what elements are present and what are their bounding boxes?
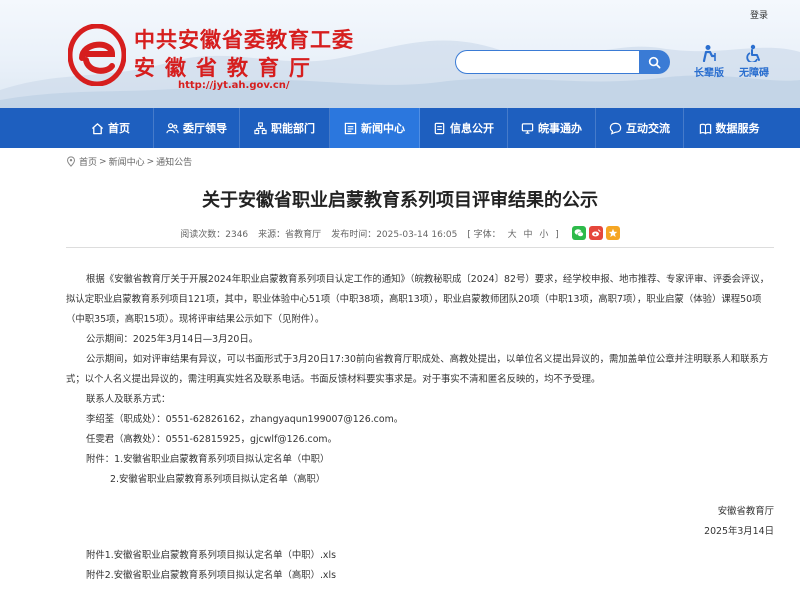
paragraph: 附件：1.安徽省职业启蒙教育系列项目拟认定名单（中职） [86, 454, 330, 465]
paragraph: 公示期间：2025年3月14日—3月20日。 [86, 334, 259, 345]
article-body: 根据《安徽省教育厅关于开展2024年职业启蒙教育系列项目认定工作的通知》（皖教秘… [66, 270, 774, 586]
home-icon [91, 122, 104, 134]
accessibility-button[interactable]: 无障碍 [732, 44, 776, 79]
article-meta: 阅读次数：2346 来源：省教育厅 发布时间：2025-03-14 16:05 … [0, 226, 800, 240]
wechat-share-button[interactable] [571, 226, 586, 240]
breadcrumb: 首页 > 新闻中心 > 通知公告 [66, 155, 194, 168]
attachment-link-2[interactable]: 附件2.安徽省职业启蒙教育系列项目拟认定名单（高职）.xls [66, 566, 774, 586]
elder-icon [702, 45, 716, 62]
search-button[interactable] [639, 50, 670, 74]
paragraph: 李绍荃（职成处）：0551-62826162，zhangyaqun199007@… [86, 414, 404, 425]
nav-item-info[interactable]: 信息公开 [420, 108, 508, 148]
leaders-icon [166, 122, 179, 133]
paragraph: 根据《安徽省教育厅关于开展2024年职业启蒙教育系列项目认定工作的通知》（皖教秘… [66, 274, 770, 325]
title-divider [66, 247, 774, 248]
weibo-share-button[interactable] [588, 226, 603, 240]
location-pin-icon [67, 156, 75, 167]
news-icon [344, 122, 357, 134]
font-large-button[interactable]: 大 [508, 230, 517, 240]
accessibility-icon [746, 44, 760, 62]
search-input[interactable] [455, 50, 643, 74]
paragraph: 2.安徽省职业启蒙教育系列项目拟认定名单（高职） [110, 474, 326, 485]
logo-title-line2: 安徽省教育厅 [134, 56, 320, 80]
logo-title-line1: 中共安徽省委教育工委 [134, 28, 354, 52]
departments-icon [254, 121, 267, 134]
wechat-icon [574, 229, 584, 237]
publish-date: 2025年3月14日 [704, 526, 774, 537]
breadcrumb-separator: > [146, 156, 155, 167]
nav-label: 数据服务 [715, 122, 760, 135]
nav-label: 信息公开 [450, 122, 494, 135]
search-box [455, 50, 670, 74]
chat-icon [609, 122, 622, 135]
education-logo-icon [68, 24, 126, 86]
breadcrumb-notice[interactable]: 通知公告 [156, 155, 192, 168]
breadcrumb-separator: > [99, 156, 107, 167]
nav-label: 委厅领导 [183, 122, 227, 135]
paragraph: 公示期间，如对评审结果有异议，可以书面形式于3月20日17:30前向省教育厅职成… [66, 354, 769, 385]
service-icon [521, 122, 534, 134]
nav-item-data[interactable]: 数据服务 [684, 108, 774, 148]
signature: 安徽省教育厅 [717, 506, 774, 517]
weibo-icon [591, 229, 601, 237]
paragraph: 任雯君（高教处）：0551-62815925，gjcwlf@126.com。 [86, 434, 337, 445]
elder-mode-label: 长辈版 [694, 68, 724, 79]
nav-item-interaction[interactable]: 互动交流 [596, 108, 684, 148]
nav-item-leaders[interactable]: 委厅领导 [154, 108, 240, 148]
breadcrumb-home[interactable]: 首页 [79, 155, 97, 168]
star-icon [608, 228, 618, 237]
nav-item-service[interactable]: 皖事通办 [508, 108, 596, 148]
article-source: 来源：省教育厅 [258, 229, 322, 240]
nav-label: 新闻中心 [361, 122, 405, 135]
search-icon [648, 56, 661, 68]
data-icon [699, 123, 711, 134]
article-title: 关于安徽省职业启蒙教育系列项目评审结果的公示 [202, 190, 598, 211]
font-small-button[interactable]: 小 [539, 230, 548, 240]
attachment-link-1[interactable]: 附件1.安徽省职业启蒙教育系列项目拟认定名单（中职）.xls [66, 546, 774, 566]
nav-label: 互动交流 [626, 122, 670, 135]
info-icon [434, 122, 445, 134]
site-header: 登录 中共安徽省委教育工委 安徽省教育厅 http://jyt.ah.gov.c… [0, 0, 800, 108]
font-size-control: [ 字体： 大 中 小 ] [467, 229, 559, 240]
qzone-share-button[interactable] [605, 226, 620, 240]
accessibility-label: 无障碍 [739, 68, 769, 79]
view-count: 阅读次数：2346 [180, 229, 249, 240]
nav-label: 皖事通办 [538, 122, 582, 135]
elder-mode-button[interactable]: 长辈版 [687, 44, 731, 79]
main-nav: 首页 委厅领导 职能部门 新闻中心 信息公开 皖事通办 互动交流 数据服务 [0, 108, 800, 148]
login-link[interactable]: 登录 [750, 8, 768, 21]
logo-url: http://jyt.ah.gov.cn/ [178, 80, 290, 91]
publish-time: 发布时间：2025-03-14 16:05 [331, 229, 458, 240]
nav-label: 首页 [108, 122, 130, 135]
nav-item-news[interactable]: 新闻中心 [330, 108, 420, 148]
nav-label: 职能部门 [271, 122, 315, 135]
breadcrumb-news[interactable]: 新闻中心 [109, 155, 145, 168]
nav-item-home[interactable]: 首页 [68, 108, 154, 148]
paragraph: 联系人及联系方式： [86, 394, 171, 405]
font-medium-button[interactable]: 中 [523, 230, 532, 240]
nav-item-departments[interactable]: 职能部门 [240, 108, 330, 148]
